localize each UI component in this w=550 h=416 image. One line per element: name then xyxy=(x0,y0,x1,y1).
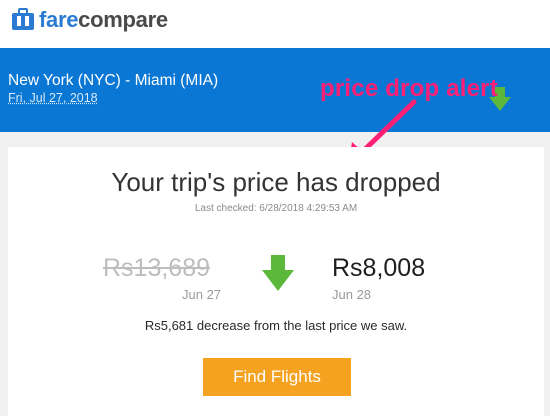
old-price-date: Jun 27 xyxy=(182,287,222,302)
trip-date[interactable]: Fri, Jul 27, 2018 xyxy=(8,91,98,105)
down-arrow-icon xyxy=(262,255,294,291)
logo-bar: farecompare xyxy=(0,0,550,48)
logo-text-compare: compare xyxy=(78,7,168,32)
price-drop-card: Your trip's price has dropped Last check… xyxy=(8,147,544,416)
trip-route: New York (NYC) - Miami (MIA) xyxy=(8,72,219,89)
new-price: Rs8,008 xyxy=(332,254,426,282)
suitcase-icon xyxy=(12,8,34,30)
find-flights-button[interactable]: Find Flights xyxy=(203,358,351,396)
logo-text: farecompare xyxy=(39,8,168,32)
price-decrease-text: Rs5,681 decrease from the last price we … xyxy=(144,318,408,333)
last-checked-text: Last checked: 6/28/2018 4:29:53 AM xyxy=(194,203,358,214)
price-drop-headline: Your trip's price has dropped xyxy=(111,167,441,197)
old-price: Rs13,689 xyxy=(103,254,211,282)
farecompare-logo[interactable]: farecompare xyxy=(10,8,168,32)
logo-text-fare: fare xyxy=(39,7,79,32)
email-page: farecompare New York (NYC) - Miami (MIA)… xyxy=(0,0,550,416)
new-price-date: Jun 28 xyxy=(332,287,372,302)
